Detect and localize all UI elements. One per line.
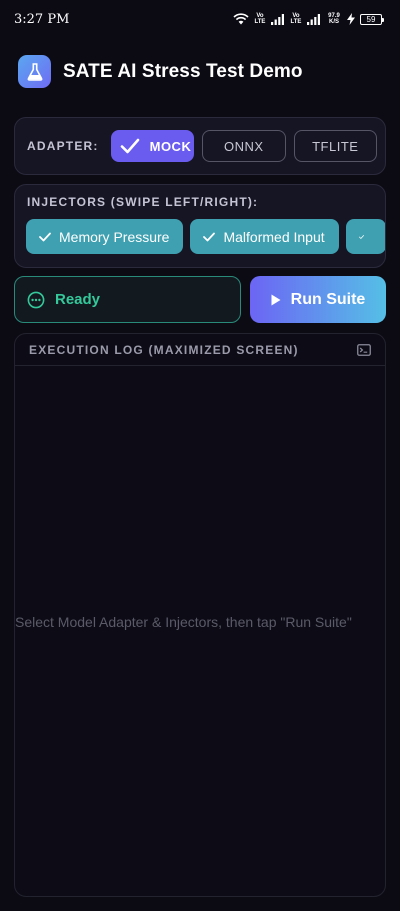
injector-chip-label: Memory Pressure xyxy=(59,228,170,245)
run-suite-button[interactable]: Run Suite xyxy=(250,276,386,323)
signal-1-icon xyxy=(271,13,284,25)
adapter-option-tflite[interactable]: TFLITE xyxy=(293,130,378,162)
log-placeholder: Select Model Adapter & Injectors, then t… xyxy=(15,614,352,630)
signal-2-icon xyxy=(307,13,320,25)
injector-chip-malformed-input[interactable]: Malformed Input xyxy=(190,219,339,254)
check-icon xyxy=(39,232,51,241)
app-logo xyxy=(18,55,51,88)
log-header: EXECUTION LOG (MAXIMIZED SCREEN) xyxy=(15,334,385,366)
injectors-card: INJECTORS (SWIPE LEFT/RIGHT): Memory Pre… xyxy=(14,184,386,268)
status-time: 3:27 PM xyxy=(14,11,70,27)
adapter-label: ADAPTER: xyxy=(27,139,99,153)
battery-level: 59 xyxy=(366,14,376,24)
log-title: EXECUTION LOG (MAXIMIZED SCREEN) xyxy=(29,342,299,357)
status-dots-icon xyxy=(27,291,45,308)
injectors-label: INJECTORS (SWIPE LEFT/RIGHT): xyxy=(27,195,259,209)
status-icons: Vo LTE Vo LTE 97.9 K/S 59 xyxy=(233,13,384,25)
network-speed: 97.9 K/S xyxy=(328,13,340,25)
check-icon xyxy=(120,138,139,154)
run-suite-label: Run Suite xyxy=(290,290,366,308)
injector-chip-label: Malformed Input xyxy=(223,228,325,245)
status-bar: 3:27 PM Vo LTE Vo LTE 97.9 K/S 59 xyxy=(0,0,400,38)
wifi-icon xyxy=(233,13,249,25)
injector-chip-partial[interactable] xyxy=(345,219,385,254)
adapter-card: ADAPTER: MOCK ONNX TFLITE xyxy=(14,117,386,175)
adapter-option-mock[interactable]: MOCK xyxy=(110,130,195,162)
app-title: SATE AI Stress Test Demo xyxy=(63,60,303,82)
app-header: SATE AI Stress Test Demo xyxy=(18,55,303,88)
adapter-option-tflite-label: TFLITE xyxy=(312,138,359,154)
battery-icon: 59 xyxy=(360,13,384,25)
terminal-icon[interactable] xyxy=(357,343,371,356)
charging-bolt-icon xyxy=(347,13,355,25)
adapter-option-onnx-label: ONNX xyxy=(224,138,264,154)
play-icon xyxy=(271,294,281,305)
status-text: Ready xyxy=(55,291,101,308)
adapter-option-onnx[interactable]: ONNX xyxy=(202,130,286,162)
adapter-option-mock-label: MOCK xyxy=(149,138,192,154)
status-indicator: Ready xyxy=(14,276,241,323)
execution-log-panel[interactable]: EXECUTION LOG (MAXIMIZED SCREEN) Select … xyxy=(14,333,386,897)
flask-icon xyxy=(27,62,42,81)
check-icon xyxy=(358,234,364,239)
check-icon xyxy=(203,232,216,241)
volte-2-label: Vo LTE xyxy=(290,13,302,25)
injector-chip-memory-pressure[interactable]: Memory Pressure xyxy=(26,219,184,254)
injector-chip-row[interactable]: Memory Pressure Malformed Input xyxy=(26,219,385,254)
volte-1-label: Vo LTE xyxy=(254,13,266,25)
